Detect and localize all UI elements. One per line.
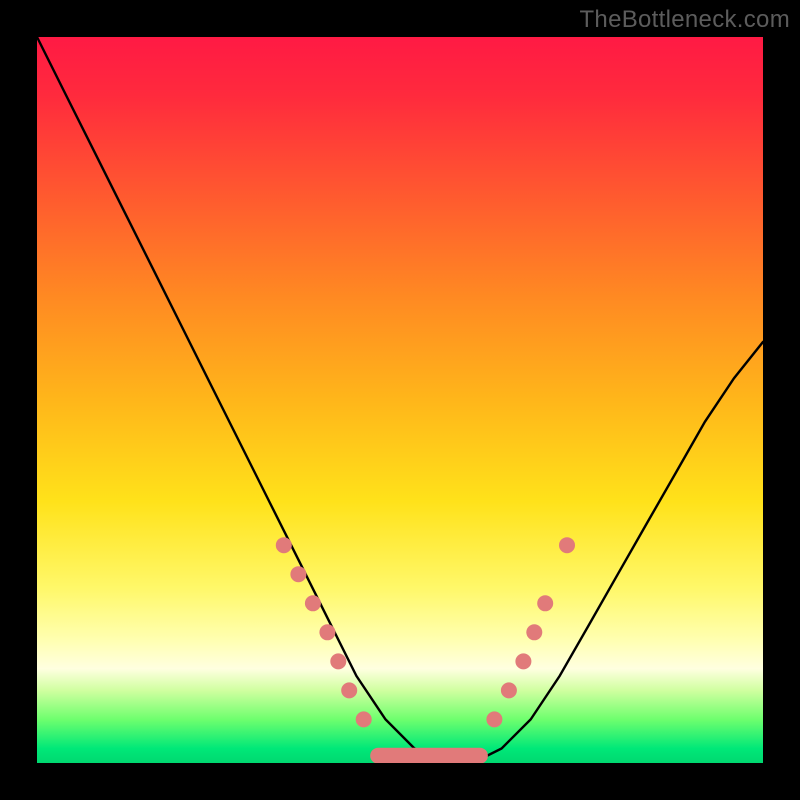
highlight-dot xyxy=(330,653,346,669)
highlight-dot xyxy=(305,595,321,611)
highlight-dot xyxy=(501,682,517,698)
highlight-dot xyxy=(537,595,553,611)
highlight-dot xyxy=(486,711,502,727)
highlight-dot xyxy=(290,566,306,582)
watermark-text: TheBottleneck.com xyxy=(579,6,790,34)
highlight-dot xyxy=(341,682,357,698)
highlight-dot xyxy=(319,624,335,640)
chart-frame: TheBottleneck.com xyxy=(0,0,800,800)
highlight-dot xyxy=(276,537,292,553)
highlight-dots xyxy=(276,537,575,727)
highlight-dot xyxy=(559,537,575,553)
highlight-dot xyxy=(526,624,542,640)
highlight-dot xyxy=(515,653,531,669)
plot-area xyxy=(37,37,763,763)
bottleneck-curve xyxy=(37,37,763,763)
curve-layer xyxy=(37,37,763,763)
highlight-dot xyxy=(356,711,372,727)
